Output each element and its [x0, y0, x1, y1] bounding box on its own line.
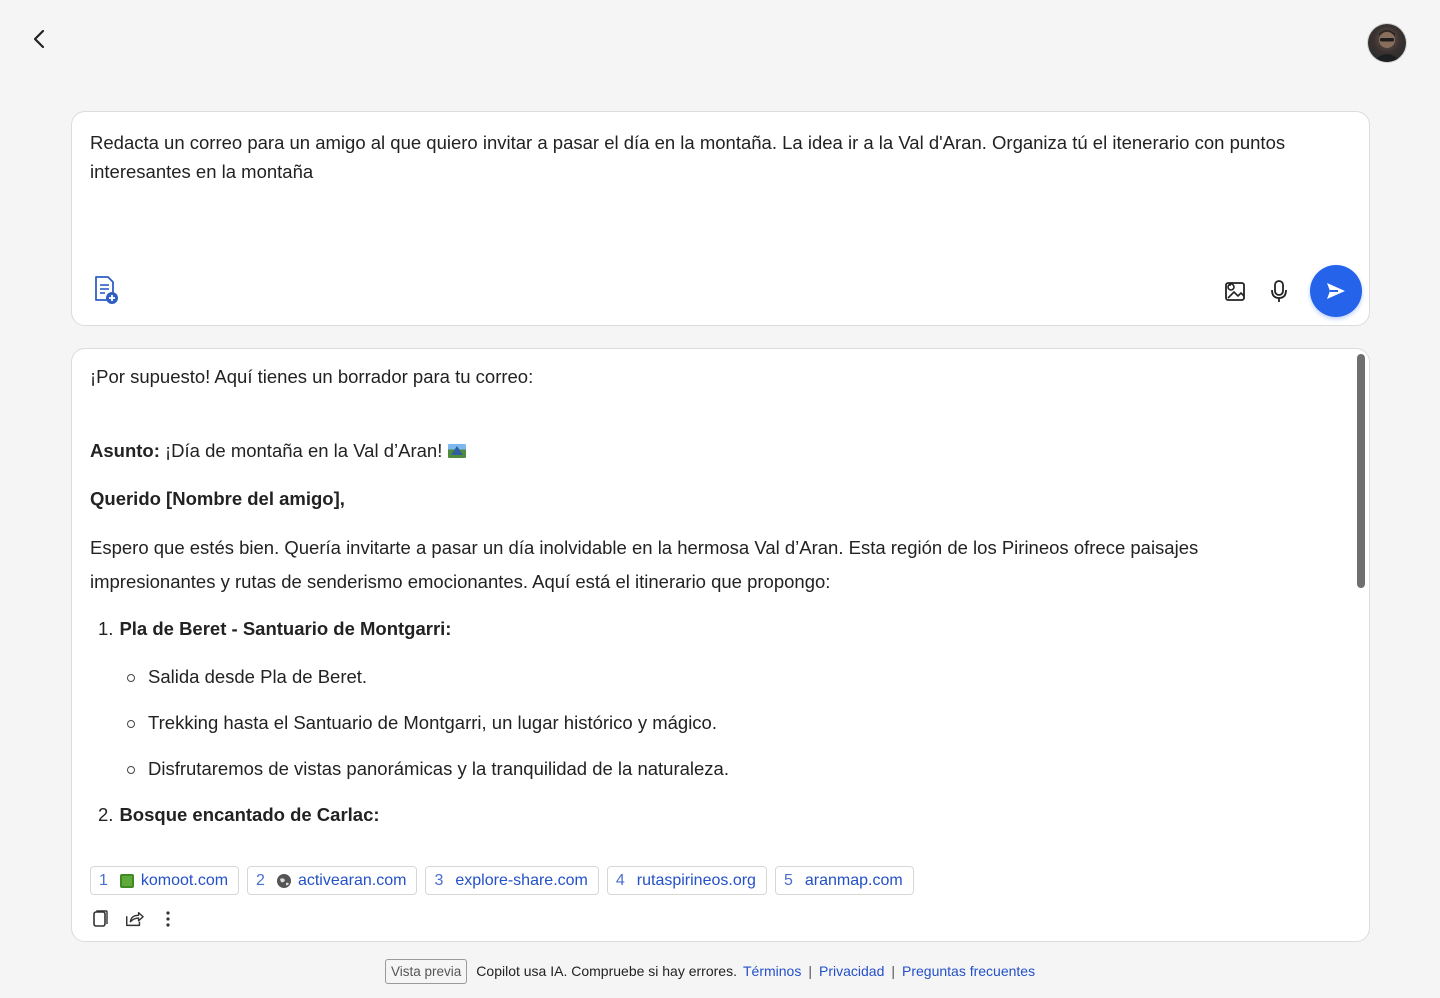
citation-domain: rutaspirineos.org	[636, 871, 756, 889]
citation-link[interactable]: 1 komoot.com	[90, 866, 240, 895]
citation-number: 3	[434, 871, 444, 889]
user-avatar[interactable]	[1368, 24, 1406, 62]
avatar-photo	[1373, 30, 1401, 62]
bullet-item: Salida desde Pla de Beret.	[126, 666, 368, 687]
citation-link[interactable]: 3 explore-share.com	[425, 866, 599, 895]
citation-domain: activearan.com	[297, 871, 407, 889]
image-search-button[interactable]	[1222, 277, 1250, 305]
response-card: ¡Por supuesto! Aquí tienes un borrador p…	[71, 348, 1370, 942]
bullet-item: Disfrutaremos de vistas panorámicas y la…	[127, 758, 729, 779]
citation-domain: aranmap.com	[804, 871, 903, 889]
copy-button[interactable]	[90, 909, 110, 929]
email-paragraph: Espero que estés bien. Quería invitarte …	[90, 537, 1199, 592]
back-button[interactable]	[26, 26, 52, 52]
response-intro: ¡Por supuesto! Aquí tienes un borrador p…	[90, 366, 534, 387]
footer-separator: |	[891, 963, 895, 979]
send-arrow-icon	[1327, 283, 1345, 299]
list-item: 1. Pla de Beret - Santuario de Montgarri:	[98, 618, 451, 640]
list-item: 2. Bosque encantado de Carlac:	[98, 804, 380, 826]
bullet-item: Trekking hasta el Santuario de Montgarri…	[127, 712, 717, 733]
citation-link[interactable]: 5 aranmap.com	[774, 866, 914, 895]
list-number: 2.	[98, 804, 114, 825]
share-button[interactable]	[124, 909, 144, 929]
share-icon	[126, 911, 144, 927]
list-item-title: Pla de Beret - Santuario de Montgarri:	[119, 618, 452, 639]
terms-link[interactable]: Términos	[743, 963, 801, 979]
privacy-link[interactable]: Privacidad	[819, 963, 884, 979]
more-vertical-icon	[166, 911, 170, 927]
prompt-input-card[interactable]: Redacta un correo para un amigo al que q…	[71, 111, 1370, 326]
image-search-icon	[1225, 282, 1245, 301]
citations-list: 1 komoot.com 2 activearan.com 3 explore-…	[90, 866, 914, 895]
faq-link[interactable]: Preguntas frecuentes	[902, 963, 1035, 979]
list-number: 1.	[98, 618, 114, 639]
footer: Vista previa Copilot usa IA. Compruebe s…	[385, 957, 1035, 985]
citation-number: 5	[783, 871, 793, 889]
response-content: ¡Por supuesto! Aquí tienes un borrador p…	[72, 349, 1355, 851]
microphone-button[interactable]	[1267, 277, 1291, 305]
citation-link[interactable]: 2 activearan.com	[247, 866, 418, 895]
mountain-landscape-emoji	[448, 444, 467, 458]
citation-domain: explore-share.com	[455, 871, 588, 889]
response-actions	[90, 909, 178, 929]
footer-separator: |	[808, 963, 812, 979]
more-options-button[interactable]	[158, 909, 178, 929]
document-add-icon	[95, 276, 118, 304]
citation-number: 2	[256, 871, 265, 889]
scrollbar-thumb[interactable]	[1357, 354, 1365, 588]
citation-number: 1	[99, 871, 108, 889]
microphone-icon	[1271, 280, 1287, 302]
send-button[interactable]	[1310, 265, 1362, 317]
citation-number: 4	[615, 871, 625, 889]
citation-link[interactable]: 4 rutaspirineos.org	[606, 866, 767, 895]
disclaimer-text: Copilot usa IA. Compruebe si hay errores…	[476, 963, 737, 979]
globe-icon	[276, 873, 291, 888]
list-item-title: Bosque encantado de Carlac:	[119, 804, 380, 825]
citation-domain: komoot.com	[140, 871, 229, 889]
add-document-button[interactable]	[92, 274, 122, 306]
email-subject: Asunto: ¡Día de montaña en la Val d’Aran…	[90, 440, 467, 462]
subject-text: ¡Día de montaña en la Val d’Aran!	[165, 440, 443, 461]
prompt-text[interactable]: Redacta un correo para un amigo al que q…	[90, 128, 1339, 186]
email-greeting: Querido [Nombre del amigo],	[90, 488, 345, 509]
subject-label: Asunto:	[90, 440, 160, 461]
preview-badge: Vista previa	[385, 958, 468, 984]
chevron-left-icon	[33, 29, 45, 49]
copy-icon	[93, 910, 108, 927]
komoot-favicon-icon	[119, 873, 134, 888]
